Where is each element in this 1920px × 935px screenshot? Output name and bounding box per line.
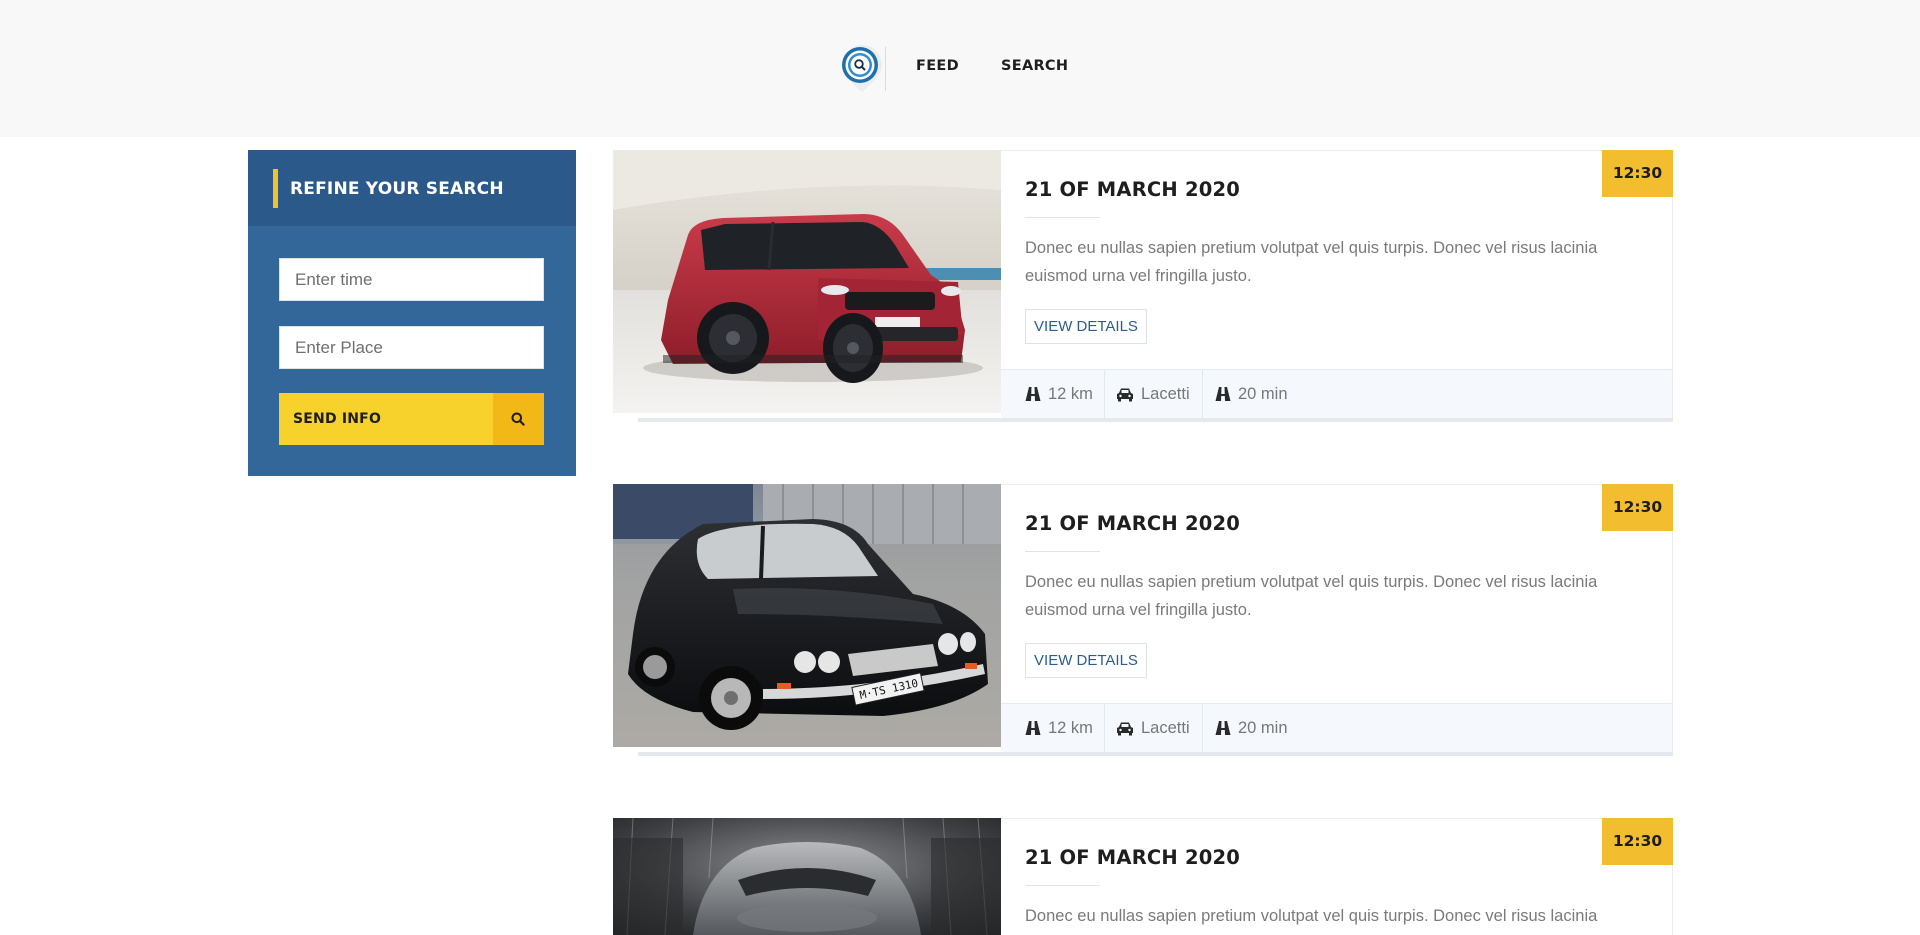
refine-search-header: REFINE YOUR SEARCH bbox=[248, 150, 576, 226]
trip-card: 12:30 21 OF MARCH 2020 Donec eu nullas s… bbox=[613, 150, 1673, 422]
card-shadow bbox=[638, 418, 1673, 422]
duration-meta: 20 min bbox=[1215, 370, 1288, 418]
card-date: 21 OF MARCH 2020 bbox=[1025, 178, 1241, 201]
title-accent-bar bbox=[273, 169, 278, 208]
silver-sports-car-photo[interactable] bbox=[613, 818, 1001, 935]
site-header: FEED SEARCH bbox=[0, 0, 1920, 137]
duration-value: 20 min bbox=[1238, 718, 1288, 737]
distance-value: 12 km bbox=[1048, 718, 1093, 737]
card-description: Donec eu nullas sapien pretium volutpat … bbox=[1025, 573, 1598, 619]
send-info-label: SEND INFO bbox=[293, 411, 382, 427]
card-date: 21 OF MARCH 2020 bbox=[1025, 846, 1241, 869]
car-icon bbox=[1117, 388, 1133, 401]
car-value: Lacetti bbox=[1141, 718, 1190, 737]
location-pin-search-icon[interactable] bbox=[838, 44, 886, 94]
refine-search-title: REFINE YOUR SEARCH bbox=[290, 179, 504, 199]
card-meta-bar: 12 km Lacetti 20 min bbox=[1001, 369, 1672, 418]
distance-value: 12 km bbox=[1048, 384, 1093, 403]
logo-divider bbox=[885, 47, 886, 91]
meta-separator bbox=[1104, 704, 1105, 752]
meta-separator bbox=[1202, 370, 1203, 418]
card-shadow bbox=[638, 752, 1673, 756]
car-meta: Lacetti bbox=[1116, 370, 1190, 418]
time-input[interactable] bbox=[279, 258, 544, 301]
refine-search-panel: REFINE YOUR SEARCH SEND INFO bbox=[248, 150, 576, 476]
road-icon bbox=[1025, 721, 1041, 735]
distance-meta: 12 km bbox=[1025, 704, 1093, 752]
card-description: Donec eu nullas sapien pretium volutpat … bbox=[1025, 239, 1598, 285]
card-description: Donec eu nullas sapien pretium volutpat … bbox=[1025, 907, 1598, 925]
road-icon bbox=[1215, 721, 1231, 735]
time-badge: 12:30 bbox=[1602, 150, 1673, 197]
time-badge: 12:30 bbox=[1602, 818, 1673, 865]
place-input[interactable] bbox=[279, 326, 544, 369]
card-body: 12:30 21 OF MARCH 2020 Donec eu nullas s… bbox=[1001, 484, 1673, 752]
date-divider bbox=[1025, 217, 1100, 218]
card-body: 12:30 21 OF MARCH 2020 Donec eu nullas s… bbox=[1001, 150, 1673, 418]
card-body: 12:30 21 OF MARCH 2020 Donec eu nullas s… bbox=[1001, 818, 1673, 935]
view-details-button[interactable]: VIEW DETAILS bbox=[1025, 643, 1147, 678]
trip-card: M·TS 1310 12:30 21 OF MARCH 2020 Donec e… bbox=[613, 484, 1673, 756]
car-meta: Lacetti bbox=[1116, 704, 1190, 752]
duration-meta: 20 min bbox=[1215, 704, 1288, 752]
road-icon bbox=[1215, 387, 1231, 401]
black-classic-coupe-photo[interactable]: M·TS 1310 bbox=[613, 484, 1001, 747]
nav-feed[interactable]: FEED bbox=[916, 58, 959, 74]
search-icon[interactable] bbox=[493, 393, 544, 445]
trip-card: 12:30 21 OF MARCH 2020 Donec eu nullas s… bbox=[613, 818, 1673, 935]
nav-search[interactable]: SEARCH bbox=[1001, 58, 1068, 74]
card-date: 21 OF MARCH 2020 bbox=[1025, 512, 1241, 535]
distance-meta: 12 km bbox=[1025, 370, 1093, 418]
road-icon bbox=[1025, 387, 1041, 401]
duration-value: 20 min bbox=[1238, 384, 1288, 403]
card-meta-bar: 12 km Lacetti 20 min bbox=[1001, 703, 1672, 752]
date-divider bbox=[1025, 885, 1100, 886]
date-divider bbox=[1025, 551, 1100, 552]
car-value: Lacetti bbox=[1141, 384, 1190, 403]
send-info-button[interactable]: SEND INFO bbox=[279, 393, 544, 445]
red-suv-photo[interactable] bbox=[613, 150, 1001, 413]
time-badge: 12:30 bbox=[1602, 484, 1673, 531]
meta-separator bbox=[1104, 370, 1105, 418]
view-details-button[interactable]: VIEW DETAILS bbox=[1025, 309, 1147, 344]
meta-separator bbox=[1202, 704, 1203, 752]
car-icon bbox=[1117, 722, 1133, 735]
